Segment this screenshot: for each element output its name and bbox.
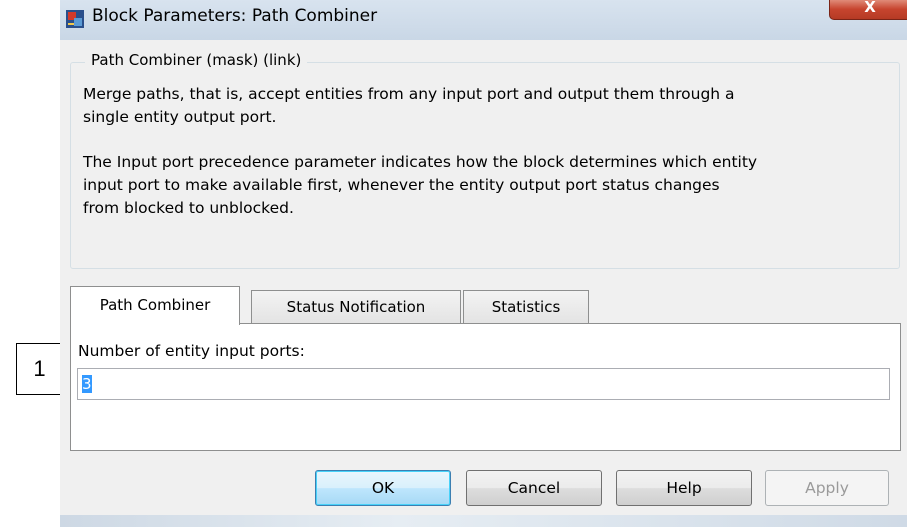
description-group: Path Combiner (mask) (link) Merge paths,… bbox=[70, 51, 900, 269]
callout-marker: 1 bbox=[16, 343, 63, 395]
tab-statistics[interactable]: Statistics bbox=[463, 290, 589, 324]
window-bottom-edge bbox=[60, 515, 907, 527]
cancel-button[interactable]: Cancel bbox=[466, 470, 602, 506]
ports-input[interactable]: 3 bbox=[77, 368, 890, 400]
description-line: from blocked to unblocked. bbox=[83, 199, 294, 217]
group-legend: Path Combiner (mask) (link) bbox=[85, 51, 308, 69]
tab-path-combiner[interactable]: Path Combiner bbox=[70, 286, 240, 325]
description-line: input port to make available first, when… bbox=[83, 176, 720, 194]
ports-label: Number of entity input ports: bbox=[78, 342, 305, 360]
help-button[interactable]: Help bbox=[616, 470, 752, 506]
tab-panel: Number of entity input ports: 3 bbox=[70, 323, 901, 451]
block-parameters-dialog: Block Parameters: Path Combiner X Path C… bbox=[60, 0, 907, 527]
description-line: single entity output port. bbox=[83, 108, 277, 126]
description-line: The Input port precedence parameter indi… bbox=[83, 153, 758, 171]
description-line: Merge paths, that is, accept entities fr… bbox=[83, 85, 735, 103]
title-bar[interactable]: Block Parameters: Path Combiner X bbox=[60, 0, 907, 40]
window-title: Block Parameters: Path Combiner bbox=[92, 6, 378, 26]
tab-status-notification[interactable]: Status Notification bbox=[251, 290, 461, 324]
close-button[interactable]: X bbox=[829, 0, 907, 20]
close-icon: X bbox=[864, 0, 876, 16]
apply-button[interactable]: Apply bbox=[765, 470, 889, 506]
ok-button[interactable]: OK bbox=[315, 470, 451, 506]
ports-value: 3 bbox=[82, 375, 92, 393]
simulink-block-icon bbox=[66, 10, 84, 28]
